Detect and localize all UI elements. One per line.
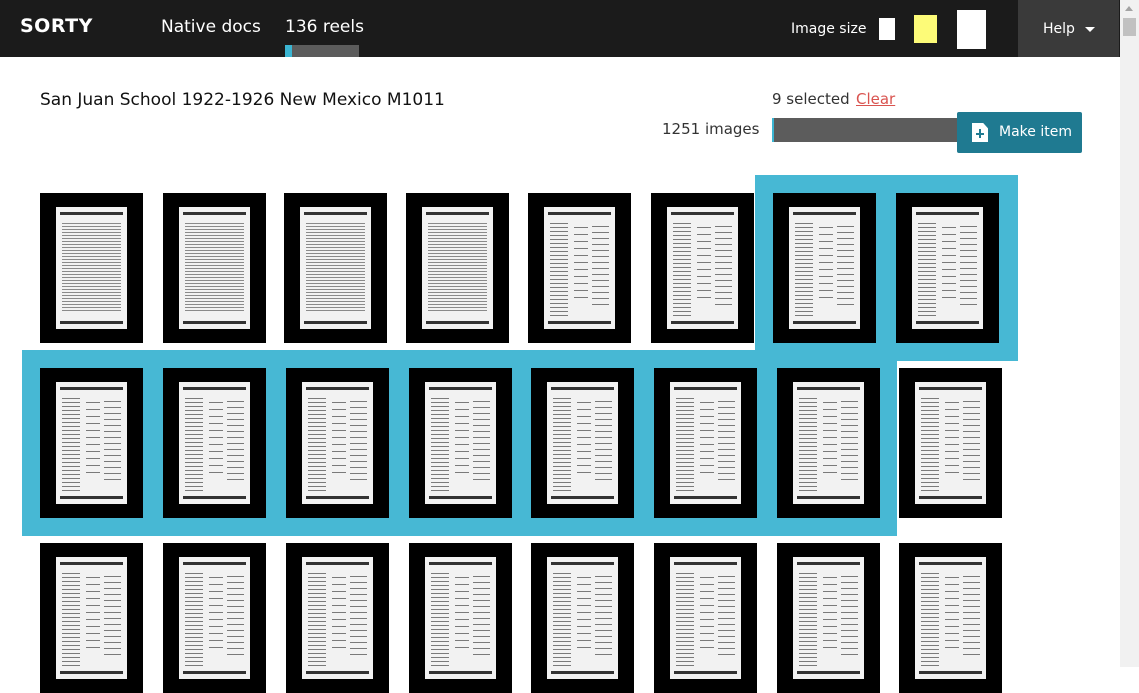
image-size-label: Image size [791, 21, 867, 37]
document-page-image [300, 207, 371, 329]
document-page-image [670, 382, 741, 504]
image-thumbnail[interactable] [896, 193, 999, 343]
reels-progress-fill [285, 45, 293, 57]
document-page-image [56, 557, 127, 679]
sort-progress-bar [772, 118, 962, 142]
nav-native-docs[interactable]: Native docs [161, 17, 261, 37]
image-thumbnail[interactable] [654, 368, 757, 518]
document-page-image [793, 382, 864, 504]
image-thumbnail[interactable] [528, 193, 631, 343]
file-plus-icon [972, 123, 988, 142]
document-page-image [912, 207, 983, 329]
document-page-image [422, 207, 493, 329]
document-page-image [425, 557, 496, 679]
image-thumbnail[interactable] [409, 543, 512, 693]
image-thumbnail[interactable] [286, 368, 389, 518]
image-size-large-button[interactable] [957, 10, 986, 49]
document-page-image [915, 557, 986, 679]
image-thumbnail[interactable] [409, 368, 512, 518]
top-navbar: SORTY Native docs 136 reels Image size H… [0, 0, 1139, 57]
document-page-image [179, 382, 250, 504]
document-page-image [179, 207, 250, 329]
image-thumbnail[interactable] [40, 368, 143, 518]
caret-down-icon [1085, 27, 1095, 32]
page-title: San Juan School 1922-1926 New Mexico M10… [40, 90, 445, 110]
sort-progress-fill [772, 118, 774, 142]
document-page-image [179, 557, 250, 679]
image-thumbnail[interactable] [284, 193, 387, 343]
document-page-image [547, 382, 618, 504]
make-item-button[interactable]: Make item [957, 112, 1082, 153]
document-page-image [915, 382, 986, 504]
vertical-scrollbar[interactable] [1120, 0, 1139, 667]
clear-selection-link[interactable]: Clear [856, 90, 895, 108]
image-count: 1251 images [662, 120, 760, 138]
selected-count: 9 selected [772, 90, 850, 108]
document-page-image [56, 382, 127, 504]
image-thumbnail[interactable] [286, 543, 389, 693]
image-thumbnail[interactable] [654, 543, 757, 693]
document-page-image [56, 207, 127, 329]
image-thumbnail[interactable] [40, 543, 143, 693]
document-page-image [793, 557, 864, 679]
scroll-up-arrow-icon[interactable] [1125, 6, 1133, 11]
image-size-medium-button[interactable] [914, 15, 937, 43]
document-page-image [425, 382, 496, 504]
make-item-label: Make item [999, 124, 1072, 140]
help-menu[interactable]: Help [1018, 0, 1119, 57]
image-thumbnail[interactable] [899, 543, 1002, 693]
scrollbar-thumb[interactable] [1123, 18, 1136, 36]
image-thumbnail[interactable] [406, 193, 509, 343]
image-size-small-button[interactable] [879, 18, 895, 40]
image-thumbnail[interactable] [651, 193, 754, 343]
document-page-image [789, 207, 860, 329]
image-thumbnail[interactable] [531, 543, 634, 693]
document-page-image [302, 557, 373, 679]
document-page-image [302, 382, 373, 504]
document-page-image [547, 557, 618, 679]
image-thumbnail[interactable] [531, 368, 634, 518]
image-thumbnail[interactable] [40, 193, 143, 343]
image-thumbnail[interactable] [899, 368, 1002, 518]
help-label: Help [1043, 21, 1075, 37]
image-thumbnail[interactable] [777, 368, 880, 518]
document-page-image [544, 207, 615, 329]
document-page-image [670, 557, 741, 679]
brand-logo[interactable]: SORTY [20, 15, 93, 37]
image-thumbnail[interactable] [163, 193, 266, 343]
image-thumbnail[interactable] [777, 543, 880, 693]
nav-reels[interactable]: 136 reels [285, 17, 364, 37]
reels-progress-bar [285, 45, 359, 57]
image-thumbnail[interactable] [163, 543, 266, 693]
document-page-image [667, 207, 738, 329]
image-thumbnail[interactable] [163, 368, 266, 518]
image-thumbnail[interactable] [773, 193, 876, 343]
